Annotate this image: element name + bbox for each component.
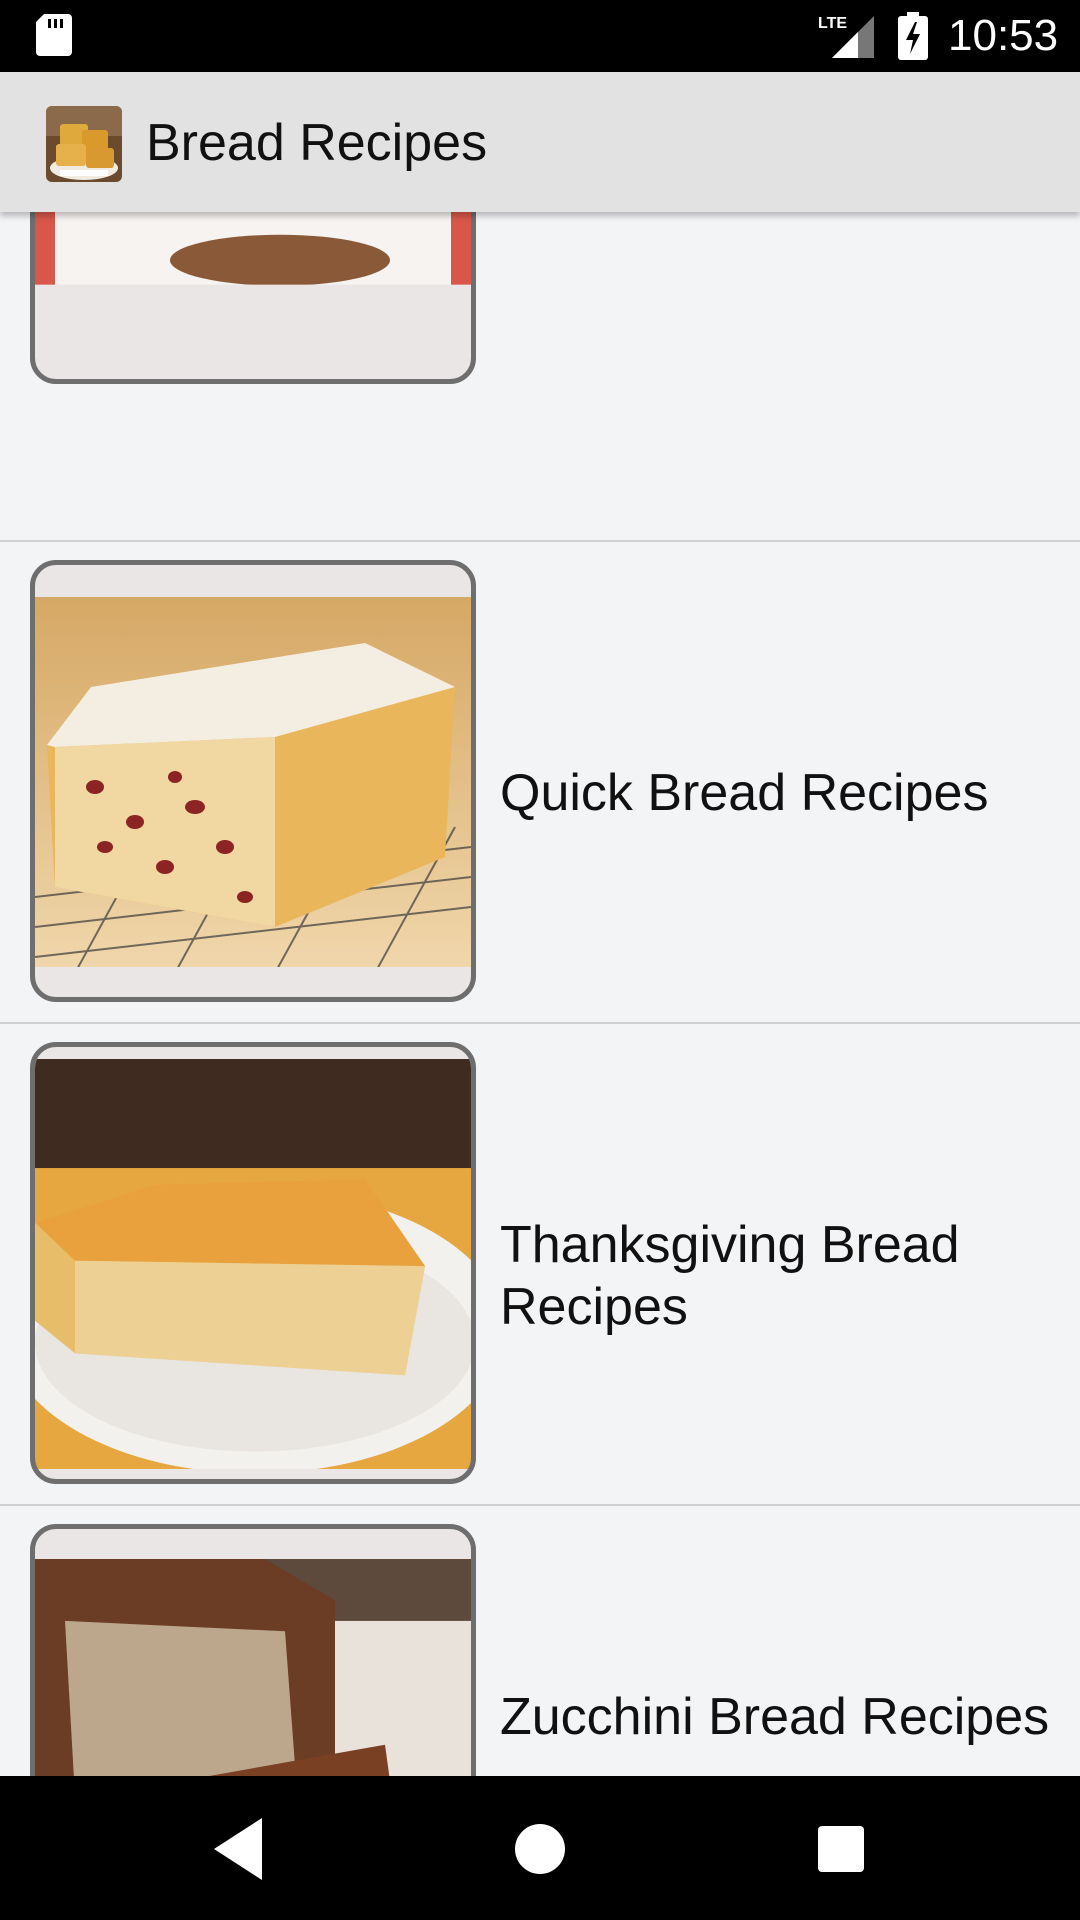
navigation-bar [0, 1776, 1080, 1920]
recipe-thumbnail [30, 1524, 476, 1776]
battery-charging-icon [898, 12, 928, 60]
recipe-list[interactable]: Quick Bread Recipes Thanksgiving Bread R… [0, 212, 1080, 1776]
list-item[interactable]: Quick Bread Recipes [0, 542, 1080, 1024]
list-item[interactable] [0, 212, 1080, 542]
recipe-title: Thanksgiving Bread Recipes [500, 1216, 960, 1336]
lte-label: LTE [818, 15, 847, 32]
lte-signal-icon: LTE [818, 15, 874, 58]
recipe-title: Quick Bread Recipes [500, 764, 989, 822]
recipe-thumbnail [30, 560, 476, 1002]
app-title: Bread Recipes [146, 114, 488, 172]
list-item[interactable]: Thanksgiving Bread Recipes [0, 1024, 1080, 1506]
bread-app-icon [46, 106, 122, 182]
recipe-thumbnail [30, 1042, 476, 1484]
back-icon[interactable] [204, 1814, 274, 1884]
almond-fruit-loaf-image [35, 597, 471, 973]
list-item[interactable]: Zucchini Bread Recipes [0, 1506, 1080, 1776]
zucchini-bread-slices-image [35, 1559, 471, 1776]
home-icon[interactable] [505, 1814, 575, 1884]
recents-icon[interactable] [806, 1814, 876, 1884]
sd-card-icon [36, 14, 72, 56]
bread-loaf-on-plate-image [35, 212, 471, 315]
cornbread-slice-image [35, 1059, 471, 1469]
recipe-thumbnail [30, 212, 476, 384]
app-bar: Bread Recipes [0, 72, 1080, 212]
recipe-title: Zucchini Bread Recipes [500, 1688, 1050, 1746]
status-bar: LTE 10:53 [0, 0, 1080, 72]
clock: 10:53 [948, 11, 1059, 60]
